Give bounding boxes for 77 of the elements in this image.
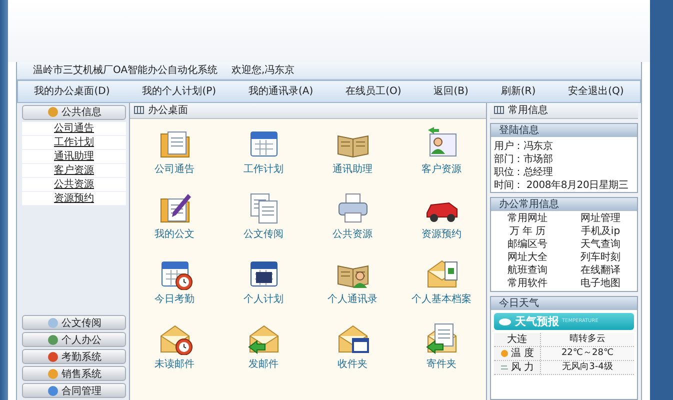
box-title: 登陆信息 — [491, 124, 637, 137]
box-title: 办公常用信息 — [491, 198, 637, 211]
quick-link[interactable]: 常用软件 — [508, 276, 548, 290]
sidebar-link[interactable]: 资源预约 — [22, 192, 126, 206]
box-title: 今日天气 — [491, 296, 637, 310]
menu-item[interactable]: 在线员工(O) — [346, 84, 402, 98]
shortcut-link[interactable]: 公文传阅 — [244, 226, 284, 241]
panel-title: 常用信息 — [508, 104, 548, 118]
info-text: 部门：市场部 — [493, 152, 553, 166]
menu-item[interactable]: 返回(B) — [434, 84, 468, 98]
shortcut-link[interactable]: 收件夹 — [338, 356, 368, 371]
shortcut-link[interactable]: 个人计划 — [244, 292, 284, 306]
wind-icon — [500, 362, 509, 372]
quick-link[interactable]: 万 年 历 — [509, 224, 546, 238]
shortcut-link[interactable]: 个人通讯录 — [328, 292, 378, 306]
banner-title: 天气预报 — [515, 314, 559, 329]
sidebar-group-button[interactable]: 考勤系统 — [22, 349, 126, 364]
quick-link[interactable]: 航班查询 — [508, 264, 548, 277]
quick-link[interactable]: 网址管理 — [580, 212, 620, 225]
quick-link[interactable]: 邮编区号 — [508, 238, 548, 251]
info-text: 时间： 2008年8月20日星期三 — [493, 178, 628, 192]
quick-link[interactable]: 电子地图 — [580, 276, 620, 290]
shortcut-link[interactable]: 我的公文 — [154, 226, 194, 241]
weather-label: 风 力 — [494, 360, 541, 374]
panel-icon — [494, 106, 504, 114]
sidebar-group-button[interactable]: 合同管理 — [22, 383, 126, 398]
menu-item[interactable]: 安全退出(Q) — [568, 84, 624, 98]
sidebar-link[interactable]: 公司通告 — [22, 122, 126, 136]
shortcut-link[interactable]: 未读邮件 — [154, 356, 194, 371]
shortcut-link[interactable]: 公共资源 — [332, 226, 372, 241]
sidebar-link[interactable]: 公共资源 — [22, 178, 126, 192]
system-title: 温岭市三艾机械厂OA智能办公自动化系统 — [33, 64, 218, 78]
shortcut-link[interactable]: 客户资源 — [422, 162, 462, 176]
quick-link[interactable]: 天气查询 — [580, 238, 620, 251]
shortcut-link[interactable]: 发邮件 — [248, 356, 278, 371]
info-text: 用户：冯东京 — [493, 140, 553, 153]
group-icon — [46, 350, 58, 362]
info-text: 职位：总经理 — [493, 166, 553, 179]
weather-value: 无风向3-4级 — [541, 360, 634, 374]
sidebar-link[interactable]: 工作计划 — [22, 136, 126, 150]
envelope-arrow-icon[interactable] — [424, 320, 460, 355]
quick-link[interactable]: 列车时刻 — [580, 250, 620, 264]
quick-link[interactable]: 网址大全 — [508, 250, 548, 264]
menu-item[interactable]: 我的通讯录(A) — [248, 84, 314, 98]
weather-label: 温 度 — [494, 346, 541, 360]
menu-item[interactable]: 我的办公桌面(D) — [34, 84, 110, 98]
quick-link[interactable]: 常用网址 — [508, 212, 548, 225]
group-icon — [46, 106, 58, 118]
panel-icon — [134, 106, 144, 114]
cloud-icon — [498, 316, 512, 326]
weather-value: 22℃～28℃ — [541, 346, 634, 360]
shortcut-link[interactable]: 个人基本档案 — [412, 292, 472, 306]
menu-item[interactable]: 我的个人计划(P) — [142, 84, 216, 98]
sidebar-group-button[interactable]: 销售系统 — [22, 366, 126, 381]
quick-link[interactable]: 在线翻译 — [580, 264, 620, 277]
shortcut-link[interactable]: 资源预约 — [422, 226, 462, 241]
welcome-text: 欢迎您,冯东京 — [232, 64, 295, 78]
quick-link[interactable]: 手机及ip — [580, 224, 620, 238]
shortcut-link[interactable]: 公司通告 — [154, 162, 194, 176]
sidebar-group-button[interactable]: 公共信息 — [22, 104, 126, 120]
shortcut-link[interactable]: 工作计划 — [244, 162, 284, 176]
weather-value: 晴转多云 — [541, 332, 634, 346]
shortcut-link[interactable]: 寄件夹 — [426, 356, 456, 371]
group-icon — [46, 334, 58, 346]
sidebar-link[interactable]: 通讯助理 — [22, 150, 126, 164]
menu-item[interactable]: 刷新(R) — [500, 84, 536, 98]
weather-label: 大连 — [494, 332, 541, 346]
sidebar-group-button[interactable]: 公文传阅 — [22, 315, 126, 330]
shortcut-link[interactable]: 今日考勤 — [154, 292, 194, 306]
group-icon — [46, 316, 58, 328]
panel-title: 办公桌面 — [148, 104, 188, 118]
sidebar-link[interactable]: 客户资源 — [22, 164, 126, 178]
group-icon — [46, 384, 58, 396]
shortcut-link[interactable]: 通讯助理 — [332, 162, 372, 176]
group-icon — [46, 368, 58, 380]
sun-icon — [500, 348, 509, 358]
sidebar-group-button[interactable]: 个人办公 — [22, 332, 126, 347]
